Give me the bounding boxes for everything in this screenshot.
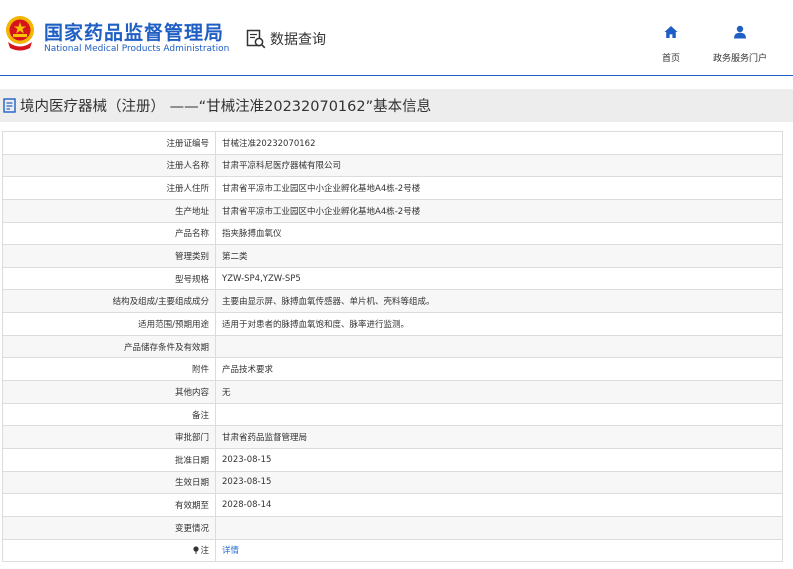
field-value	[215, 402, 783, 427]
nav-service-portal-label: 政务服务门户	[712, 54, 767, 64]
page-title-bar: 境内医疗器械（注册） ——“甘械注准20232070162”基本信息	[0, 89, 793, 122]
header-divider	[0, 75, 793, 76]
emblem-icon	[6, 16, 34, 51]
field-value: 甘肃省平凉市工业园区中小企业孵化基地A4栋-2号楼	[215, 198, 783, 223]
field-label: 有效期至	[2, 493, 216, 517]
field-label: 注册证编号	[2, 131, 216, 155]
field-label: 生效日期	[2, 470, 216, 495]
page-title: 境内医疗器械（注册） ——“甘械注准20232070162”基本信息	[20, 99, 432, 115]
brand-title: 国家药品监督管理局	[44, 22, 225, 44]
note-value-cell: 详情	[215, 538, 783, 563]
document-icon	[3, 98, 16, 113]
field-value: 无	[215, 380, 783, 404]
table-row: 备注	[2, 402, 783, 427]
brand-subtitle: National Medical Products Administration	[44, 44, 230, 54]
field-value: 甘肃省药品监督管理局	[215, 425, 783, 449]
table-row: 结构及组成/主要组成成分 主要由显示屏、脉搏血氧传感器、单片机、壳料等组成。	[2, 289, 783, 314]
table-row: 附件 产品技术要求	[2, 357, 783, 382]
table-row: 适用范围/预期用途 适用于对患者的脉搏血氧饱和度、脉率进行监测。	[2, 312, 783, 336]
data-query-icon	[246, 29, 266, 49]
field-value: 产品技术要求	[215, 357, 783, 382]
table-row: 型号规格 YZW-SP4,YZW-SP5	[2, 266, 783, 291]
field-label: 备注	[2, 402, 216, 427]
field-label: 产品名称	[2, 221, 216, 246]
nav-home[interactable]: 首页	[636, 25, 706, 64]
details-link[interactable]: 详情	[222, 546, 239, 556]
field-label: 其他内容	[2, 380, 216, 404]
field-label: 审批部门	[2, 425, 216, 449]
field-label: 批准日期	[2, 447, 216, 472]
field-label: 附件	[2, 357, 216, 382]
field-label: 管理类别	[2, 244, 216, 268]
field-label: 注册人名称	[2, 153, 216, 178]
field-label: 型号规格	[2, 266, 216, 291]
table-row: 注册证编号 甘械注准20232070162	[2, 131, 783, 155]
note-label: 注	[200, 546, 209, 557]
field-label: 产品储存条件及有效期	[2, 334, 216, 359]
field-label: 适用范围/预期用途	[2, 312, 216, 336]
field-value: 适用于对患者的脉搏血氧饱和度、脉率进行监测。	[215, 312, 783, 336]
data-query-link[interactable]: 数据查询	[246, 28, 326, 50]
pin-icon	[193, 546, 200, 555]
table-row: 管理类别 第二类	[2, 244, 783, 268]
registration-info-table: 注册证编号 甘械注准20232070162 注册人名称 甘肃平凉科尼医疗器械有限公司注…	[2, 131, 783, 563]
user-icon	[734, 25, 746, 39]
field-value: 主要由显示屏、脉搏血氧传感器、单片机、壳料等组成。	[215, 289, 783, 314]
field-value: 甘肃省平凉市工业园区中小企业孵化基地A4栋-2号楼	[215, 176, 783, 200]
field-value: YZW-SP4,YZW-SP5	[215, 266, 783, 291]
field-value: 第二类	[215, 244, 783, 268]
table-row: 其他内容无	[2, 380, 783, 404]
table-row: 变更情况	[2, 515, 783, 540]
table-row: 批准日期 2023-08-15	[2, 447, 783, 472]
field-value: 2023-08-15	[215, 447, 783, 472]
table-row: 审批部门 甘肃省药品监督管理局	[2, 425, 783, 449]
table-row: 注册人名称 甘肃平凉科尼医疗器械有限公司	[2, 153, 783, 178]
table-row: 注册人住所 甘肃省平凉市工业园区中小企业孵化基地A4栋-2号楼	[2, 176, 783, 200]
table-row: 产品名称 指夹脉搏血氧仪	[2, 221, 783, 246]
field-label: 生产地址	[2, 198, 216, 223]
field-value: 2028-08-14	[215, 493, 783, 517]
field-value: 甘肃平凉科尼医疗器械有限公司	[215, 153, 783, 178]
field-value: 甘械注准20232070162	[215, 131, 783, 155]
nav-home-label: 首页	[661, 54, 680, 64]
field-value	[215, 515, 783, 540]
site-header: 国家药品监督管理局 National Medical Products Admi…	[0, 0, 793, 76]
nav-service-portal[interactable]: 政务服务门户	[705, 25, 775, 64]
table-row: 生产地址 甘肃省平凉市工业园区中小企业孵化基地A4栋-2号楼	[2, 198, 783, 223]
field-label: 变更情况	[2, 515, 216, 540]
field-value: 2023-08-15	[215, 470, 783, 495]
table-row: 生效日期 2023-08-15	[2, 470, 783, 495]
home-icon	[664, 26, 678, 38]
field-label: 注册人住所	[2, 176, 216, 200]
field-value	[215, 334, 783, 359]
note-label-cell: 注	[2, 538, 216, 563]
table-row-note: 注 详情	[2, 538, 783, 563]
field-value: 指夹脉搏血氧仪	[215, 221, 783, 246]
data-query-label: 数据查询	[270, 32, 326, 48]
table-row: 有效期至 2028-08-14	[2, 493, 783, 517]
field-label: 结构及组成/主要组成成分	[2, 289, 216, 314]
table-row: 产品储存条件及有效期	[2, 334, 783, 359]
